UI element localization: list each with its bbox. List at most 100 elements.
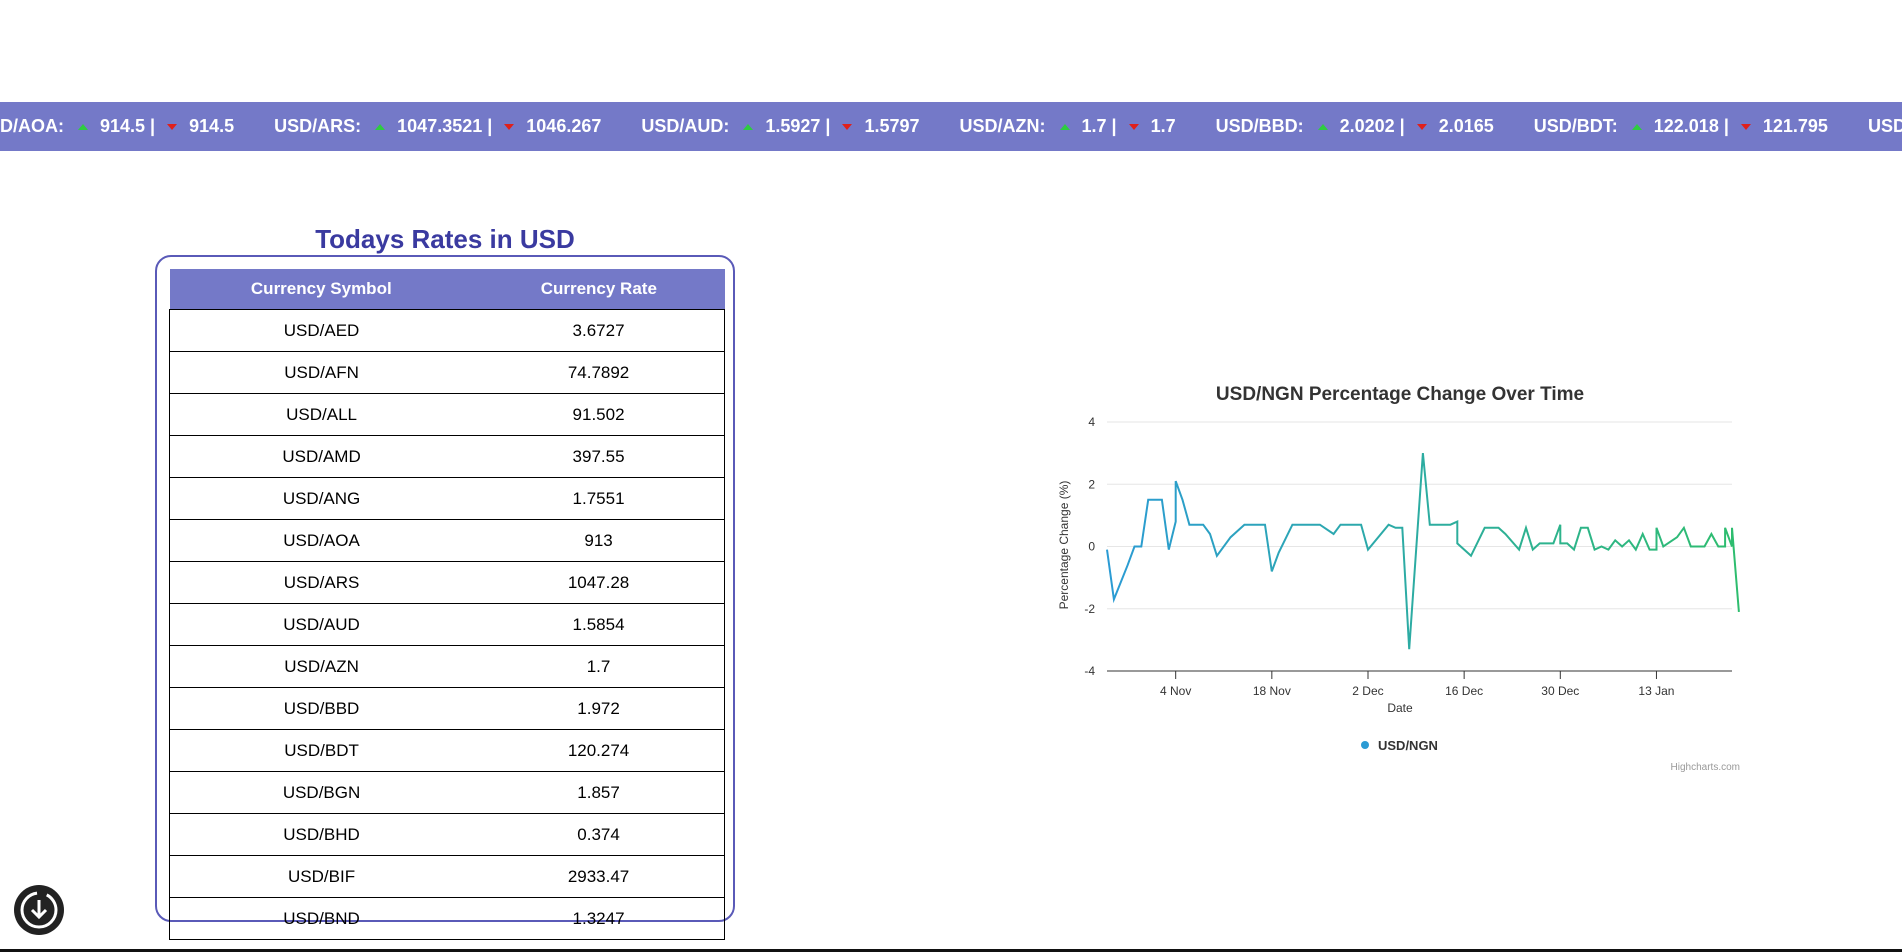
table-row: USD/BHD 0.374	[169, 813, 726, 856]
ticker-item: USD/ARS: 1047.3521 | 1046.267	[274, 116, 601, 137]
currency-rate-cell: 1.857	[473, 771, 726, 814]
ticker-low: 1046.267	[526, 116, 602, 136]
y-tick-label: 4	[1088, 415, 1095, 429]
chart-title: USD/NGN Percentage Change Over Time	[1216, 384, 1584, 405]
ticker-low: 121.795	[1762, 116, 1828, 136]
currency-rate-cell: 91.502	[473, 393, 726, 436]
currency-rate-cell: 2933.47	[473, 855, 726, 898]
legend-marker[interactable]	[1361, 741, 1369, 749]
percentage-change-chart: USD/NGN Percentage Change Over Time 4 2 0 -…	[1050, 370, 1750, 780]
currency-symbol-cell: USD/BDT	[169, 729, 474, 772]
x-axis-title: Date	[1387, 701, 1413, 715]
ticker-item: USD/BGN:	[1868, 116, 1902, 137]
currency-rate-cell: 1.7	[473, 645, 726, 688]
ticker-high: 1.5927 |	[765, 116, 831, 136]
currency-rate-cell: 1.7551	[473, 477, 726, 520]
x-tick-label: 13 Jan	[1638, 684, 1674, 698]
arrow-up-icon	[78, 123, 88, 130]
arrow-down-icon	[167, 123, 178, 130]
currency-symbol-cell: USD/AFN	[169, 351, 474, 394]
y-tick-label: 2	[1088, 477, 1095, 491]
download-button[interactable]	[14, 885, 64, 935]
currency-symbol-cell: USD/ANG	[169, 477, 474, 520]
ticker-high: 1.7 |	[1081, 116, 1117, 136]
currency-rate-cell: 74.7892	[473, 351, 726, 394]
currency-symbol-cell: USD/ALL	[169, 393, 474, 436]
header-currency-rate: Currency Rate	[473, 269, 725, 310]
rates-card: Currency Symbol Currency Rate USD/AED 3.6…	[155, 255, 735, 940]
ticker-item: USD/BBD: 2.0202 | 2.0165	[1216, 116, 1494, 137]
ticker-symbol: USD/BBD:	[1215, 116, 1304, 136]
table-row: USD/AMD 397.55	[169, 435, 726, 478]
currency-rate-cell: 1.3247	[473, 897, 726, 940]
ticker-item: USD/AUD: 1.5927 | 1.5797	[641, 116, 919, 137]
x-tick-label: 4 Nov	[1160, 684, 1191, 698]
currency-symbol-cell: USD/BGN	[169, 771, 474, 814]
y-axis-title: Percentage Change (%)	[1057, 481, 1071, 610]
ticker-high: 1047.3521 |	[397, 116, 493, 136]
y-tick-label: -4	[1084, 664, 1095, 678]
currency-rate-cell: 913	[473, 519, 726, 562]
currency-rate-cell: 1.972	[473, 687, 726, 730]
currency-rate-cell: 3.6727	[473, 309, 726, 352]
arrow-up-icon	[1317, 123, 1328, 130]
table-row: USD/BND 1.3247	[169, 897, 726, 940]
table-row: USD/AUD 1.5854	[169, 603, 726, 646]
arrow-down-icon	[842, 123, 853, 130]
table-row: USD/AOA 913	[169, 519, 726, 562]
chart-svg: USD/NGN Percentage Change Over Time 4 2 0 -…	[1057, 384, 1740, 773]
table-row: USD/BDT 120.274	[169, 729, 726, 772]
x-tick-label: 2 Dec	[1352, 684, 1383, 698]
download-icon	[20, 891, 58, 929]
ticker-high: 2.0202 |	[1339, 116, 1405, 136]
ticker-symbol: USD/BDT:	[1533, 116, 1618, 136]
currency-symbol-cell: USD/BIF	[169, 855, 474, 898]
rates-header-row: Currency Symbol Currency Rate	[169, 269, 725, 310]
ticker-item: SD/AOA: 914.5 | 914.5	[0, 116, 234, 137]
rates-ticker: SD/AOA: 914.5 | 914.5 USD/ARS: 1047.3521 | 10…	[0, 102, 1902, 151]
currency-symbol-cell: USD/BHD	[169, 813, 474, 856]
table-row: USD/AFN 74.7892	[169, 351, 726, 394]
currency-rate-cell: 1.5854	[473, 603, 726, 646]
x-tick-label: 18 Nov	[1253, 684, 1291, 698]
currency-symbol-cell: USD/ARS	[169, 561, 474, 604]
y-tick-label: 0	[1088, 540, 1095, 554]
table-row: USD/BIF 2933.47	[169, 855, 726, 898]
rates-body: USD/AED 3.6727 USD/AFN 74.7892 USD/ALL 91.502…	[169, 309, 726, 940]
ticker-low: 1.5797	[864, 116, 920, 136]
ticker-track: SD/AOA: 914.5 | 914.5 USD/ARS: 1047.3521 | 10…	[0, 102, 1902, 151]
ticker-symbol: USD/ARS:	[274, 116, 362, 136]
series-line-usd-ngn	[1106, 453, 1740, 650]
header-currency-symbol: Currency Symbol	[169, 269, 474, 310]
ticker-low: 914.5	[189, 116, 235, 136]
currency-rate-cell: 0.374	[473, 813, 726, 856]
arrow-down-icon	[1740, 123, 1751, 130]
currency-symbol-cell: USD/AOA	[169, 519, 474, 562]
y-tick-label: -2	[1084, 602, 1095, 616]
currency-symbol-cell: USD/AED	[169, 309, 474, 352]
ticker-low: 2.0165	[1438, 116, 1494, 136]
table-row: USD/BBD 1.972	[169, 687, 726, 730]
ticker-item: USD/BDT: 122.018 | 121.795	[1534, 116, 1828, 137]
currency-symbol-cell: USD/AUD	[169, 603, 474, 646]
ticker-item: USD/AZN: 1.7 | 1.7	[960, 116, 1176, 137]
ticker-symbol: SD/AOA:	[0, 116, 64, 136]
ticker-symbol: USD/AUD:	[641, 116, 730, 136]
arrow-up-icon	[1631, 123, 1642, 130]
rates-title: Todays Rates in USD	[315, 224, 575, 254]
chart-credit-link[interactable]: Highcharts.com	[1671, 762, 1740, 773]
ticker-high: 914.5 |	[100, 116, 156, 136]
ticker-low: 1.7	[1150, 116, 1176, 136]
table-row: USD/ALL 91.502	[169, 393, 726, 436]
table-row: USD/AZN 1.7	[169, 645, 726, 688]
currency-rate-cell: 1047.28	[473, 561, 726, 604]
table-row: USD/AED 3.6727	[169, 309, 726, 352]
arrow-down-icon	[1416, 123, 1427, 130]
currency-symbol-cell: USD/BBD	[169, 687, 474, 730]
rates-table: Currency Symbol Currency Rate USD/AED 3.6…	[169, 269, 726, 940]
legend-item-usd-ngn[interactable]: USD/NGN	[1378, 738, 1438, 753]
ticker-symbol: USD/BGN:	[1867, 116, 1902, 136]
arrow-up-icon	[1059, 123, 1070, 130]
table-row: USD/ARS 1047.28	[169, 561, 726, 604]
table-row: USD/ANG 1.7551	[169, 477, 726, 520]
